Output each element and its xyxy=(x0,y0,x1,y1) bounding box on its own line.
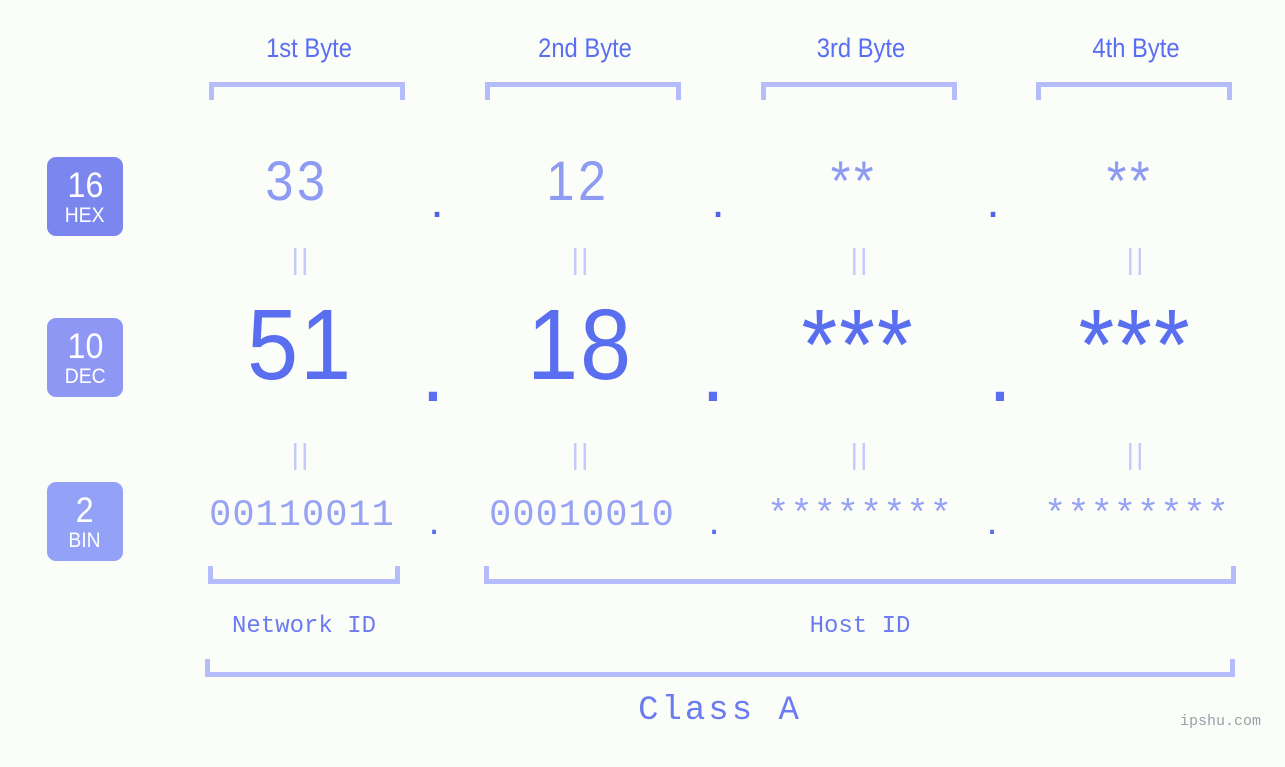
network-id-label: Network ID xyxy=(231,613,377,640)
dec-byte-1: 51 xyxy=(246,289,354,401)
hex-separator-1: . xyxy=(430,175,444,228)
base-badge-hex: 16 HEX xyxy=(47,157,123,236)
hex-byte-2: 12 xyxy=(546,149,610,212)
hex-separator-2: . xyxy=(711,175,725,228)
hex-byte-1: 33 xyxy=(265,149,329,212)
equality-mark-hex-dec-2: || xyxy=(571,244,591,276)
byte-header-2: 2nd Byte xyxy=(538,33,632,63)
bin-byte-1: 00110011 xyxy=(209,495,395,537)
bin-byte-3: ******** xyxy=(767,495,953,537)
dec-byte-4: *** xyxy=(1078,289,1192,401)
base-badge-bin-abbr: BIN xyxy=(68,528,102,552)
bin-separator-2: . xyxy=(708,499,720,543)
equality-mark-hex-dec-3: || xyxy=(850,244,870,276)
byte-header-1: 1st Byte xyxy=(266,33,352,63)
equality-mark-dec-bin-2: || xyxy=(571,439,591,471)
base-badge-bin: 2 BIN xyxy=(47,482,123,561)
host-id-label: Host ID xyxy=(809,613,911,640)
network-id-bracket xyxy=(208,566,400,584)
hex-byte-3: ** xyxy=(830,149,878,212)
byte-header-4: 4th Byte xyxy=(1092,33,1180,63)
ip-address-breakdown-diagram: 1st Byte 2nd Byte 3rd Byte 4th Byte 16 H… xyxy=(0,0,1285,767)
dec-byte-2: 18 xyxy=(526,289,634,401)
equality-mark-dec-bin-3: || xyxy=(850,439,870,471)
bin-separator-1: . xyxy=(428,499,440,543)
equality-mark-dec-bin-1: || xyxy=(291,439,311,471)
byte-header-3: 3rd Byte xyxy=(816,33,906,63)
equality-mark-hex-dec-4: || xyxy=(1126,244,1146,276)
bin-byte-4: ******** xyxy=(1044,495,1230,537)
class-label: Class A xyxy=(638,692,802,730)
hex-separator-3: . xyxy=(986,175,1000,228)
base-badge-dec: 10 DEC xyxy=(47,318,123,397)
dec-separator-3: . xyxy=(988,324,1012,420)
base-badge-bin-number: 2 xyxy=(76,490,94,530)
dec-byte-3: *** xyxy=(801,289,915,401)
host-id-bracket xyxy=(484,566,1236,584)
base-badge-dec-abbr: DEC xyxy=(64,364,106,388)
byte-bracket-top-1 xyxy=(209,82,405,100)
class-bracket xyxy=(205,659,1235,677)
base-badge-hex-number: 16 xyxy=(67,165,103,205)
byte-bracket-top-3 xyxy=(761,82,957,100)
base-badge-hex-abbr: HEX xyxy=(65,203,105,227)
base-badge-dec-number: 10 xyxy=(67,326,103,366)
equality-mark-hex-dec-1: || xyxy=(291,244,311,276)
dec-separator-1: . xyxy=(421,324,445,420)
bin-separator-3: . xyxy=(986,499,998,543)
bin-byte-2: 00010010 xyxy=(489,495,675,537)
dec-separator-2: . xyxy=(701,324,725,420)
byte-bracket-top-4 xyxy=(1036,82,1232,100)
site-watermark: ipshu.com xyxy=(1179,713,1261,730)
byte-bracket-top-2 xyxy=(485,82,681,100)
hex-byte-4: ** xyxy=(1106,149,1154,212)
equality-mark-dec-bin-4: || xyxy=(1126,439,1146,471)
